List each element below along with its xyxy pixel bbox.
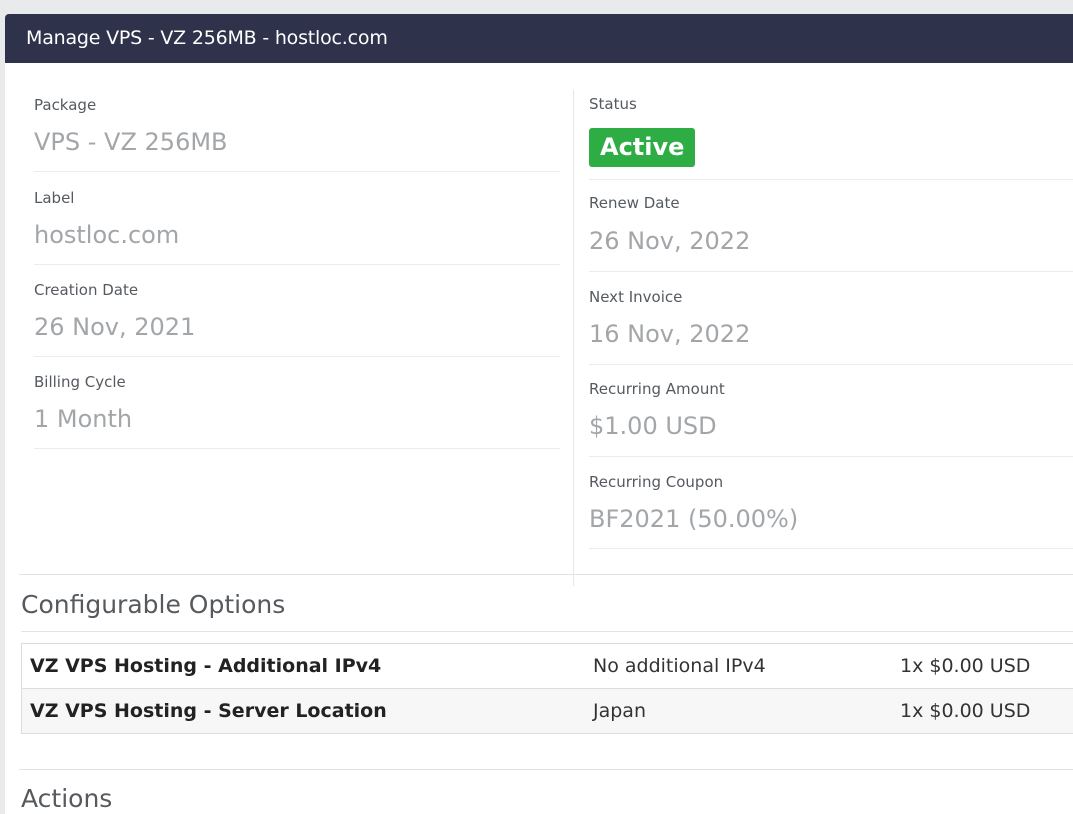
- details-right-column: Status Active Renew Date 26 Nov, 2022 Ne…: [573, 90, 1073, 586]
- configurable-options-table: VZ VPS Hosting - Additional IPv4 No addi…: [21, 643, 1073, 734]
- detail-value: BF2021 (50.00%): [589, 505, 799, 533]
- panel-title: Manage VPS - VZ 256MB - hostloc.com: [5, 14, 1073, 63]
- detail-label: Renew Date: [589, 194, 680, 212]
- detail-label: Recurring Coupon: [589, 473, 724, 491]
- option-price: 1x $0.00 USD: [900, 700, 1031, 722]
- detail-label: Recurring Amount: [589, 380, 725, 398]
- detail-recurring-coupon: Recurring Coupon BF2021 (50.00%): [589, 456, 1073, 549]
- detail-label: Next Invoice: [589, 288, 683, 306]
- detail-label: Status: [589, 95, 637, 113]
- detail-label: Package: [34, 96, 97, 114]
- detail-renew-date: Renew Date 26 Nov, 2022: [589, 179, 1073, 272]
- detail-recurring-amount: Recurring Amount $1.00 USD: [589, 364, 1073, 457]
- detail-billing-cycle: Billing Cycle 1 Month: [34, 356, 560, 449]
- configurable-options-title: Configurable Options: [21, 590, 286, 619]
- table-row: VZ VPS Hosting - Additional IPv4 No addi…: [22, 644, 1073, 689]
- detail-label: Creation Date: [34, 281, 139, 299]
- section-divider: [19, 769, 1073, 770]
- option-price: 1x $0.00 USD: [900, 655, 1031, 677]
- detail-next-invoice: Next Invoice 16 Nov, 2022: [589, 271, 1073, 365]
- detail-status: Status Active: [589, 90, 1073, 180]
- option-value: No additional IPv4: [593, 655, 766, 677]
- detail-value: VPS - VZ 256MB: [34, 128, 228, 156]
- section-divider: [19, 574, 1073, 575]
- detail-label: Billing Cycle: [34, 373, 126, 391]
- detail-creation-date: Creation Date 26 Nov, 2021: [34, 264, 560, 357]
- option-name: VZ VPS Hosting - Server Location: [30, 700, 387, 722]
- detail-value: 26 Nov, 2021: [34, 313, 196, 341]
- option-name: VZ VPS Hosting - Additional IPv4: [30, 655, 382, 677]
- detail-label: Label: [34, 189, 75, 207]
- section-divider: [21, 631, 1073, 632]
- status-badge: Active: [589, 128, 696, 167]
- detail-package: Package VPS - VZ 256MB: [34, 63, 560, 172]
- detail-value: $1.00 USD: [589, 412, 717, 440]
- actions-title: Actions: [21, 784, 113, 813]
- detail-value: 1 Month: [34, 405, 133, 433]
- detail-value: 16 Nov, 2022: [589, 320, 751, 348]
- table-row: VZ VPS Hosting - Server Location Japan 1…: [22, 689, 1073, 734]
- detail-label-field: Label hostloc.com: [34, 171, 560, 265]
- option-value: Japan: [593, 700, 646, 722]
- detail-value: hostloc.com: [34, 221, 180, 249]
- detail-value: 26 Nov, 2022: [589, 227, 751, 255]
- manage-vps-panel: Manage VPS - VZ 256MB - hostloc.com Pack…: [5, 14, 1073, 814]
